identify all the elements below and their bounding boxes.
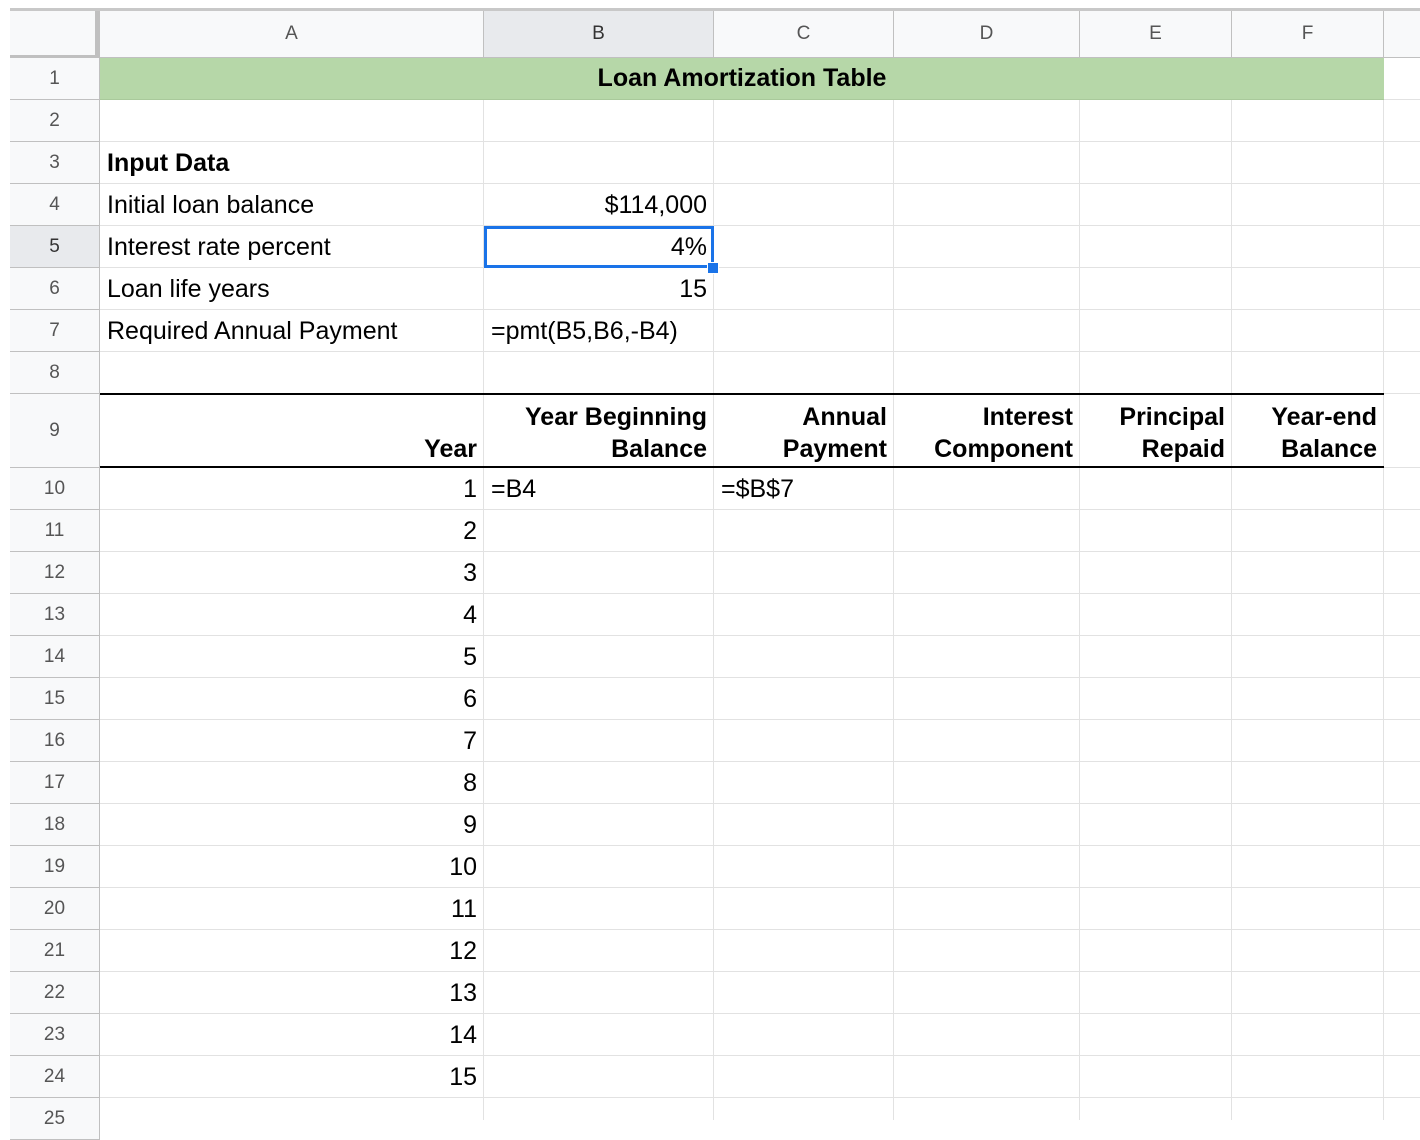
input-value[interactable]: $114,000 <box>484 184 714 226</box>
row-header-23[interactable]: 23 <box>10 1014 100 1056</box>
header-label-line1: Interest <box>982 403 1073 431</box>
row-header-2[interactable]: 2 <box>10 100 100 142</box>
year-cell[interactable]: 4 <box>100 594 484 636</box>
input-value[interactable]: =pmt(B5,B6,-B4) <box>484 310 714 352</box>
column-header-overflow <box>1384 11 1420 58</box>
year-cell[interactable]: 3 <box>100 552 484 594</box>
row-header-4[interactable]: 4 <box>10 184 100 226</box>
row-header-1[interactable]: 1 <box>10 58 100 100</box>
row-header-6[interactable]: 6 <box>10 268 100 310</box>
input-value[interactable]: 15 <box>484 268 714 310</box>
input-label[interactable]: Interest rate percent <box>100 226 484 268</box>
year-cell[interactable]: 12 <box>100 930 484 972</box>
year-cell[interactable]: 10 <box>100 846 484 888</box>
column-header-f[interactable]: F <box>1232 11 1384 58</box>
header-label-line2: Payment <box>782 435 887 463</box>
row-header-13[interactable]: 13 <box>10 594 100 636</box>
active-cell-selection[interactable] <box>484 226 714 268</box>
year-cell[interactable]: 5 <box>100 636 484 678</box>
header-label-line1: Annual <box>802 403 887 431</box>
left-strip <box>0 11 10 1120</box>
cell-b10-formula[interactable]: =B4 <box>484 468 714 510</box>
header-year[interactable]: Year <box>100 394 484 468</box>
row-header-18[interactable]: 18 <box>10 804 100 846</box>
header-year-label: Year <box>424 435 477 463</box>
row-header-9[interactable]: 9 <box>10 394 100 468</box>
header-annual-payment[interactable]: Annual Payment <box>714 394 894 468</box>
row-header-5[interactable]: 5 <box>10 226 100 268</box>
row-header-25[interactable]: 25 <box>10 1098 100 1140</box>
row-header-22[interactable]: 22 <box>10 972 100 1014</box>
row-header-20[interactable]: 20 <box>10 888 100 930</box>
fill-handle[interactable] <box>707 262 719 274</box>
column-header-c[interactable]: C <box>714 11 894 58</box>
year-cell[interactable]: 8 <box>100 762 484 804</box>
year-cell[interactable]: 15 <box>100 1056 484 1098</box>
input-label[interactable]: Initial loan balance <box>100 184 484 226</box>
row-header-8[interactable]: 8 <box>10 352 100 394</box>
row-header-10[interactable]: 10 <box>10 468 100 510</box>
row-header-19[interactable]: 19 <box>10 846 100 888</box>
row-header-16[interactable]: 16 <box>10 720 100 762</box>
input-label[interactable]: Required Annual Payment <box>100 310 484 352</box>
column-header-e[interactable]: E <box>1080 11 1232 58</box>
input-label[interactable]: Loan life years <box>100 268 484 310</box>
table-title[interactable]: Loan Amortization Table <box>100 58 1384 100</box>
header-year-end-balance[interactable]: Year-end Balance <box>1232 394 1384 468</box>
top-strip <box>0 0 1420 11</box>
row-header-21[interactable]: 21 <box>10 930 100 972</box>
header-label-line2: Balance <box>611 435 707 463</box>
header-label-line1: Year-end <box>1271 403 1377 431</box>
header-year-beginning-balance[interactable]: Year Beginning Balance <box>484 394 714 468</box>
cell-c10-formula[interactable]: =$B$7 <box>714 468 894 510</box>
row-header-15[interactable]: 15 <box>10 678 100 720</box>
header-label-line1: Year Beginning <box>525 403 707 431</box>
year-cell[interactable]: 1 <box>100 468 484 510</box>
row-header-17[interactable]: 17 <box>10 762 100 804</box>
column-header-b[interactable]: B <box>484 11 714 58</box>
year-cell[interactable]: 14 <box>100 1014 484 1056</box>
year-cell[interactable]: 9 <box>100 804 484 846</box>
row-header-11[interactable]: 11 <box>10 510 100 552</box>
select-all-corner[interactable] <box>10 11 100 59</box>
row-header-7[interactable]: 7 <box>10 310 100 352</box>
header-label-line2: Component <box>934 435 1073 463</box>
row-header-24[interactable]: 24 <box>10 1056 100 1098</box>
spreadsheet-grid[interactable]: ABCDEF 1 2 3 4 5 6 7 8 9 10 11 12 13 14 15 16 17 18 19 20 21… <box>0 0 1420 1140</box>
year-cell[interactable]: 7 <box>100 720 484 762</box>
row-header-3[interactable]: 3 <box>10 142 100 184</box>
input-data-heading[interactable]: Input Data <box>100 142 484 184</box>
header-principal-repaid[interactable]: Principal Repaid <box>1080 394 1232 468</box>
row-header-12[interactable]: 12 <box>10 552 100 594</box>
header-interest-component[interactable]: Interest Component <box>894 394 1080 468</box>
header-label-line2: Repaid <box>1141 435 1225 463</box>
column-header-d[interactable]: D <box>894 11 1080 58</box>
header-label-line1: Principal <box>1119 403 1225 431</box>
header-label-line2: Balance <box>1281 435 1377 463</box>
row-header-14[interactable]: 14 <box>10 636 100 678</box>
column-header-a[interactable]: A <box>100 11 484 58</box>
year-cell[interactable]: 6 <box>100 678 484 720</box>
year-cell[interactable]: 11 <box>100 888 484 930</box>
year-cell[interactable]: 2 <box>100 510 484 552</box>
year-cell[interactable]: 13 <box>100 972 484 1014</box>
